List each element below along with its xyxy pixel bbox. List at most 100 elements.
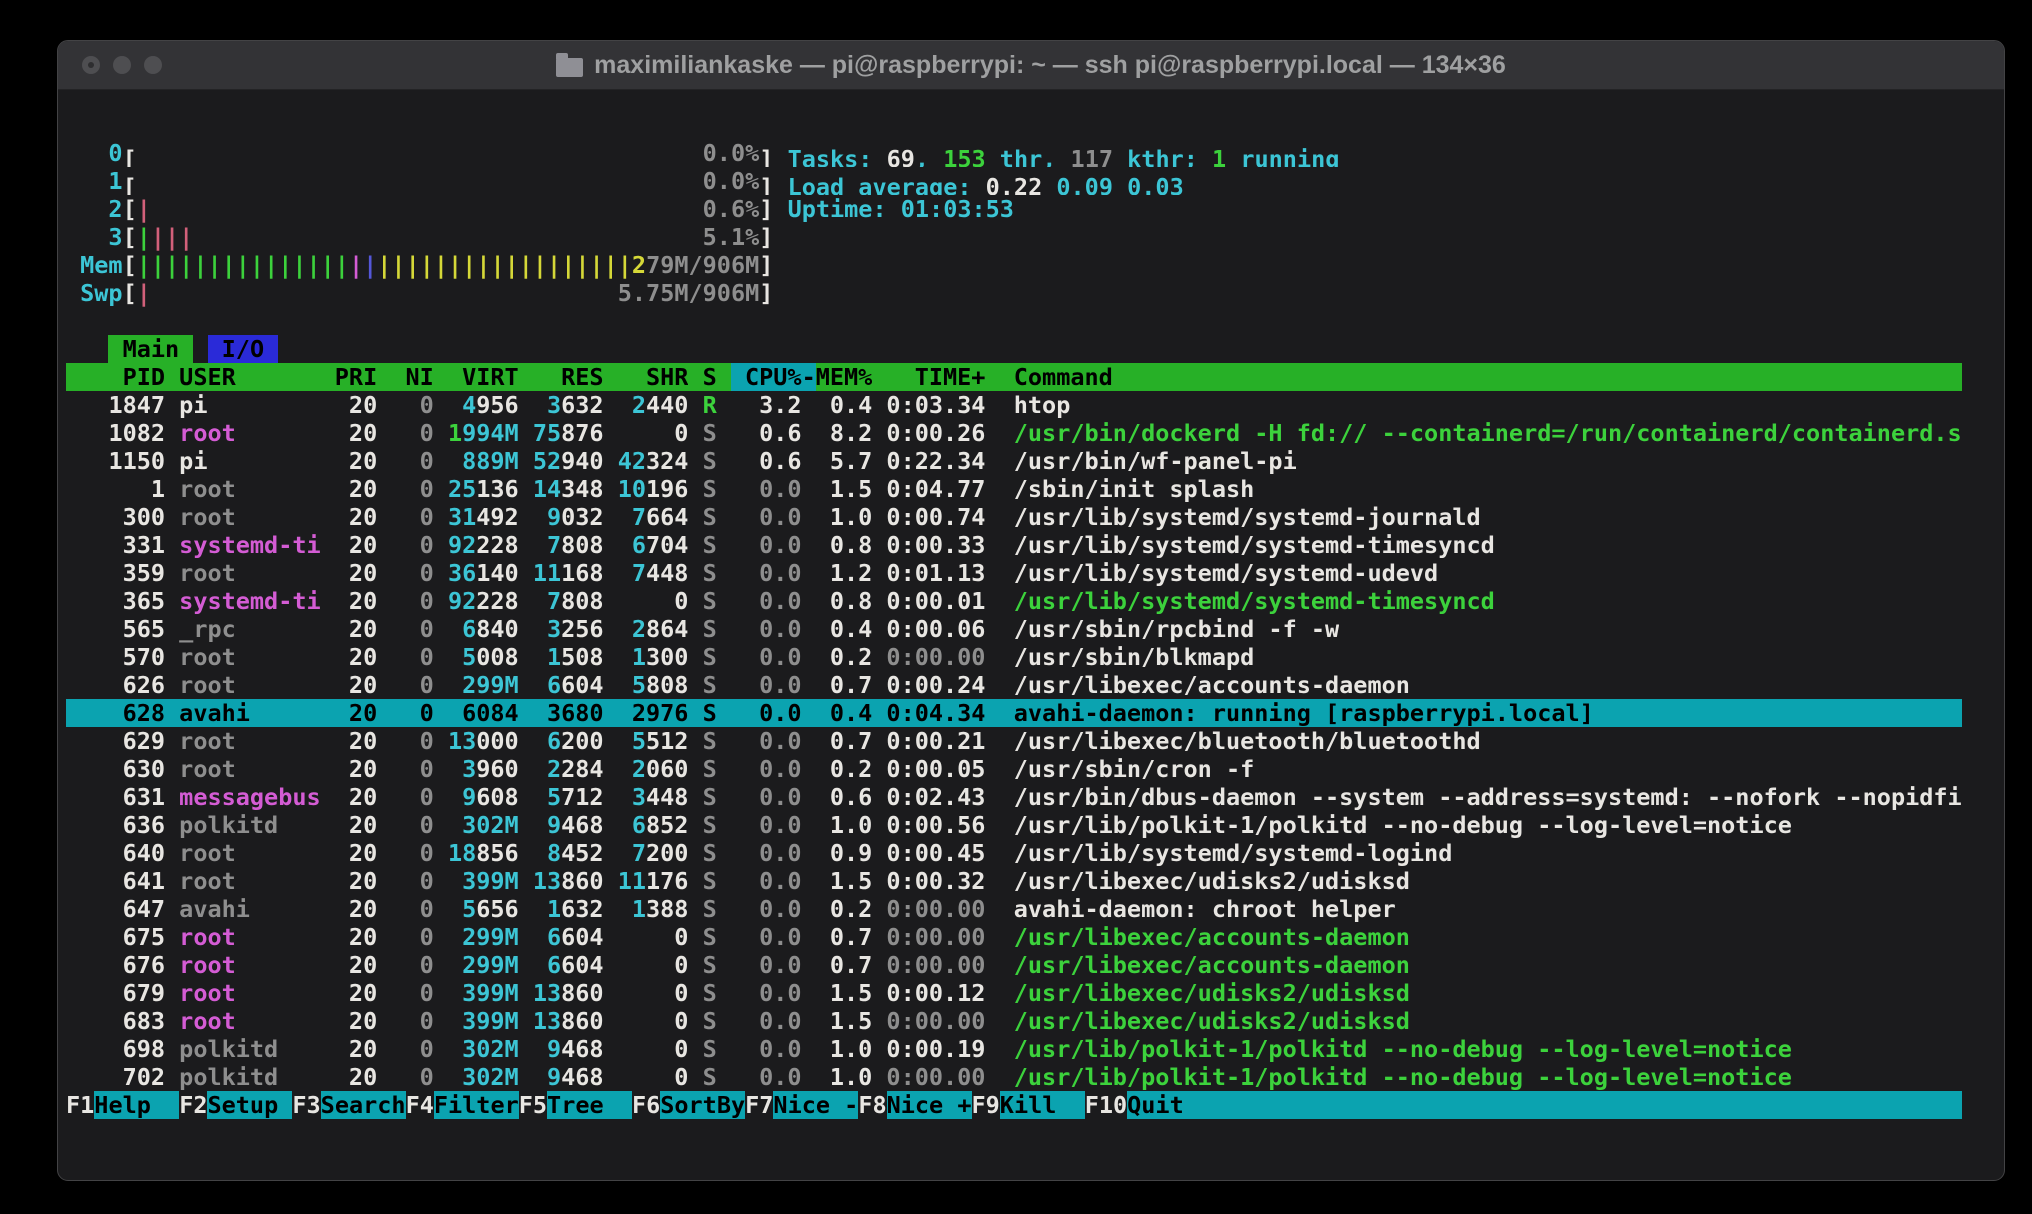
tab-main[interactable]: Main <box>108 335 193 363</box>
cell-text: 3.2 <box>759 391 801 419</box>
cell-cmd: /usr/libexec/accounts-daemon <box>1014 951 1410 979</box>
column-header-dash[interactable]: - <box>802 363 816 391</box>
column-header-pri[interactable]: PRI <box>335 363 377 391</box>
fnkey-f10[interactable]: F10 <box>1085 1091 1127 1119</box>
cell-mem: 0.8 <box>816 531 873 559</box>
cell-sp5 <box>519 447 533 475</box>
process-row-300[interactable]: 300 root 20 0 31492 9032 7664 S 0.0 1.00… <box>66 503 1962 531</box>
cell-text: 0 <box>420 895 434 923</box>
fnlabel-nice-[interactable]: Nice - <box>773 1091 858 1119</box>
fnlabel-setup[interactable]: Setup <box>207 1091 292 1119</box>
cell-res: 8452 <box>533 839 604 867</box>
fnkey-f8[interactable]: F8 <box>858 1091 886 1119</box>
fnlabel-kill[interactable]: Kill <box>1000 1091 1085 1119</box>
column-header-res[interactable]: RES <box>533 363 604 391</box>
column-header-ni[interactable]: NI <box>391 363 433 391</box>
cell-text <box>802 1063 816 1091</box>
cell-virt: 5656 <box>448 895 519 923</box>
process-row-647[interactable]: 647 avahi 20 0 5656 1632 1388 S 0.0 0.20… <box>66 895 1962 923</box>
column-header-cpu[interactable]: CPU% <box>731 363 802 391</box>
tasks-text: 117 <box>1071 145 1113 167</box>
cell-text: 200 <box>561 727 603 755</box>
column-header-user[interactable]: USER <box>179 363 320 391</box>
fnkey-f4[interactable]: F4 <box>406 1091 434 1119</box>
cell-text <box>802 951 816 979</box>
close-button[interactable] <box>82 56 100 74</box>
process-row-359[interactable]: 359 root 20 0 36140 11168 7448 S 0.0 1.2… <box>66 559 1962 587</box>
cell-text <box>717 1035 731 1063</box>
process-row-683[interactable]: 683 root 20 0 399M 13860 0 S 0.0 1.50:00… <box>66 1007 1962 1035</box>
column-header-mem[interactable]: MEM% <box>816 363 873 391</box>
tab-io[interactable]: I/O <box>208 335 279 363</box>
process-row-640[interactable]: 640 root 20 0 18856 8452 7200 S 0.0 0.90… <box>66 839 1962 867</box>
column-header-virt[interactable]: VIRT <box>448 363 519 391</box>
fnlabel-sortby[interactable]: SortBy <box>660 1091 745 1119</box>
process-row-679[interactable]: 679 root 20 0 399M 13860 0 S 0.0 1.50:00… <box>66 979 1962 1007</box>
fnkey-f1[interactable]: F1 <box>66 1091 94 1119</box>
fnlabel-filter[interactable]: Filter <box>434 1091 519 1119</box>
cell-text: root <box>179 755 236 783</box>
fnkey-f6[interactable]: F6 <box>632 1091 660 1119</box>
fnlabel-help[interactable]: Help <box>94 1091 179 1119</box>
fnlabel-tree[interactable]: Tree <box>547 1091 632 1119</box>
process-row-675[interactable]: 675 root 20 0 299M 6604 0 S 0.0 0.70:00.… <box>66 923 1962 951</box>
process-row-626[interactable]: 626 root 20 0 299M 6604 5808 S 0.0 0.70:… <box>66 671 1962 699</box>
cell-dash <box>802 671 816 699</box>
process-row-1[interactable]: 1 root 20 0 25136 14348 10196 S 0.0 1.50… <box>66 475 1962 503</box>
cell-user: _rpc <box>179 615 320 643</box>
fnkey-f5[interactable]: F5 <box>519 1091 547 1119</box>
process-row-641[interactable]: 641 root 20 0 399M 13860 11176 S 0.0 1.5… <box>66 867 1962 895</box>
fnkey-f7[interactable]: F7 <box>745 1091 773 1119</box>
process-row-636[interactable]: 636 polkitd 20 0 302M 9468 6852 S 0.0 1.… <box>66 811 1962 839</box>
cell-res: 5712 <box>533 783 604 811</box>
cell-sp3 <box>377 447 391 475</box>
process-row-365[interactable]: 365 systemd-ti 20 0 92228 7808 0 S 0.0 0… <box>66 587 1962 615</box>
cell-s: S <box>703 615 717 643</box>
cell-pri: 20 <box>335 587 377 615</box>
fnlabel-quit[interactable]: Quit <box>1127 1091 1212 1119</box>
cell-sp3 <box>377 419 391 447</box>
process-row-631[interactable]: 631 messagebus 20 0 9608 5712 3448 S 0.0… <box>66 783 1962 811</box>
cell-sp3 <box>377 755 391 783</box>
fnlabel-search[interactable]: Search <box>321 1091 406 1119</box>
column-header-cmd[interactable]: Command <box>1014 363 1113 391</box>
column-header-shr[interactable]: SHR <box>618 363 689 391</box>
cell-ni: 0 <box>391 699 433 727</box>
zoom-button[interactable] <box>144 56 162 74</box>
column-header-pid[interactable]: PID <box>66 363 165 391</box>
cell-sp2 <box>321 727 335 755</box>
meter-open-bracket: [ <box>123 223 137 251</box>
fnkey-f2[interactable]: F2 <box>179 1091 207 1119</box>
process-row-570[interactable]: 570 root 20 0 5008 1508 1300 S 0.0 0.20:… <box>66 643 1962 671</box>
process-row-676[interactable]: 676 root 20 0 299M 6604 0 S 0.0 0.70:00.… <box>66 951 1962 979</box>
process-row-1150[interactable]: 1150 pi 20 0 889M 52940 42324 S 0.6 5.70… <box>66 447 1962 475</box>
column-header-s[interactable]: S <box>703 363 717 391</box>
cell-cmd: /sbin/init splash <box>1014 475 1255 503</box>
cell-text <box>434 643 448 671</box>
process-row-628[interactable]: 628 avahi 20 0 6084 3680 2976 S 0.0 0.40… <box>66 699 1962 727</box>
process-row-1082[interactable]: 1082 root 20 0 1994M 75876 0 S 0.6 8.20:… <box>66 419 1962 447</box>
fnkey-f3[interactable]: F3 <box>292 1091 320 1119</box>
cell-text <box>1000 839 1014 867</box>
process-row-331[interactable]: 331 systemd-ti 20 0 92228 7808 6704 S 0.… <box>66 531 1962 559</box>
process-row-630[interactable]: 630 root 20 0 3960 2284 2060 S 0.0 0.20:… <box>66 755 1962 783</box>
process-row-698[interactable]: 698 polkitd 20 0 302M 9468 0 S 0.0 1.00:… <box>66 1035 1962 1063</box>
cell-time: 0:00.33 <box>872 531 985 559</box>
cell-text: 20 <box>349 783 377 811</box>
process-row-565[interactable]: 565 _rpc 20 0 6840 3256 2864 S 0.0 0.40:… <box>66 615 1962 643</box>
cell-sp8 <box>717 671 731 699</box>
cell-sp2 <box>321 559 335 587</box>
cell-shr: 0 <box>618 951 689 979</box>
process-row-629[interactable]: 629 root 20 0 13000 6200 5512 S 0.0 0.70… <box>66 727 1962 755</box>
window-titlebar[interactable]: maximiliankaske — pi@raspberrypi: ~ — ss… <box>58 41 2004 90</box>
column-header-time[interactable]: TIME+ <box>872 363 985 391</box>
cell-sp1 <box>165 783 179 811</box>
cell-text: 52 <box>533 447 561 475</box>
fnkey-f9[interactable]: F9 <box>972 1091 1000 1119</box>
fnlabel-nice-[interactable]: Nice + <box>887 1091 972 1119</box>
process-row-1847[interactable]: 1847 pi 20 0 4956 3632 2440 R 3.2 0.40:0… <box>66 391 1962 419</box>
process-row-702[interactable]: 702 polkitd 20 0 302M 9468 0 S 0.0 1.00:… <box>66 1063 1962 1091</box>
folder-icon <box>556 58 583 77</box>
minimize-button[interactable] <box>113 56 131 74</box>
htop-terminal[interactable]: 0[0.0%] Tasks: 69, 153 thr, 117 kthr; 1 … <box>58 89 2004 1180</box>
